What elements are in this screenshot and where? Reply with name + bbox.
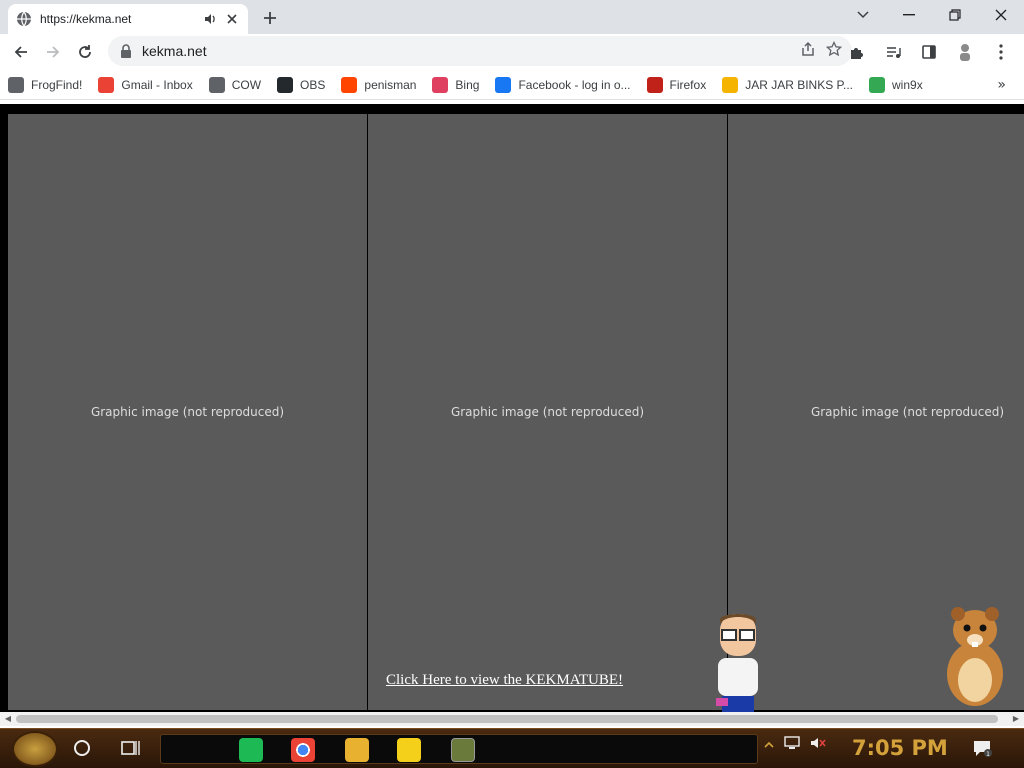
- side-panel-icon[interactable]: [914, 37, 944, 67]
- chrome-app-icon[interactable]: [291, 738, 315, 762]
- kekmatube-link[interactable]: Click Here to view the KEKMATUBE!: [386, 672, 623, 689]
- search-circle-icon[interactable]: [74, 740, 90, 756]
- bookmark-label: win9x: [892, 77, 923, 92]
- speaker-icon[interactable]: [202, 11, 218, 27]
- globe-icon: [8, 76, 24, 93]
- scrollbar-thumb[interactable]: [16, 715, 998, 723]
- active-tab[interactable]: https://kekma.net: [8, 4, 248, 34]
- share-icon[interactable]: [800, 41, 816, 61]
- chrome-icon: [869, 76, 886, 93]
- task-view-icon[interactable]: [120, 739, 140, 757]
- minimize-button[interactable]: [886, 0, 932, 30]
- scroll-right-arrow-icon[interactable]: ▶: [1011, 714, 1021, 724]
- forward-button[interactable]: [38, 37, 68, 67]
- url-input[interactable]: [142, 43, 800, 59]
- tab-search-chevron-icon[interactable]: [840, 0, 886, 30]
- shopping-bag-icon: [722, 76, 739, 93]
- bookmark-item[interactable]: penisman: [341, 76, 417, 93]
- firefox-icon: [646, 76, 663, 93]
- page-content: Graphic image (not reproduced) Graphic i…: [0, 104, 1024, 712]
- tab-title: https://kekma.net: [40, 12, 132, 26]
- bookmarks-overflow-icon[interactable]: »: [997, 77, 1006, 93]
- bookmark-label: Firefox: [669, 77, 707, 92]
- bookmarks-bar: FrogFind! Gmail - Inbox COW OBS penisman Bing…: [0, 70, 1024, 100]
- new-tab-button[interactable]: [258, 6, 282, 30]
- bookmark-item[interactable]: Facebook - log in o...: [495, 76, 631, 93]
- menu-kebab-icon[interactable]: [986, 37, 1016, 67]
- hamster-sprite: [947, 607, 1003, 706]
- tray-overflow-icon[interactable]: [764, 735, 774, 754]
- browser-toolbar: [0, 34, 1024, 70]
- taskbar-apps: [160, 734, 758, 764]
- lock-icon[interactable]: [118, 43, 134, 59]
- bookmark-label: Gmail - Inbox: [121, 77, 193, 92]
- bookmark-label: COW: [231, 77, 262, 92]
- bing-icon: [432, 76, 449, 93]
- media-control-icon[interactable]: [878, 37, 908, 67]
- taskbar: 7:05 PM 1: [0, 728, 1024, 768]
- profile-avatar[interactable]: [950, 37, 980, 67]
- bookmark-item[interactable]: OBS: [277, 76, 326, 93]
- cartoon-man-sprite: [716, 614, 758, 712]
- browser-window: https://kekma.net FrogFin: [0, 0, 1024, 728]
- bookmark-item[interactable]: Gmail - Inbox: [98, 76, 193, 93]
- bookmark-item[interactable]: FrogFind!: [8, 76, 83, 93]
- bookmark-item[interactable]: Firefox: [646, 76, 707, 93]
- bookmark-item[interactable]: Bing: [432, 76, 480, 93]
- image-placeholder-1: Graphic image (not reproduced): [8, 114, 367, 710]
- game-app-icon[interactable]: [451, 738, 475, 762]
- file-explorer-icon[interactable]: [345, 738, 369, 762]
- bookmark-item[interactable]: COW: [208, 76, 262, 93]
- address-bar[interactable]: [108, 36, 852, 66]
- reload-button[interactable]: [70, 37, 100, 67]
- back-button[interactable]: [6, 37, 36, 67]
- github-icon: [277, 76, 294, 93]
- bookmark-label: penisman: [364, 77, 417, 92]
- extensions-puzzle-icon[interactable]: [842, 37, 872, 67]
- bookmark-item[interactable]: win9x: [869, 76, 923, 93]
- scroll-left-arrow-icon[interactable]: ◀: [3, 714, 13, 724]
- notification-count: 1: [986, 751, 990, 757]
- notification-icon[interactable]: 1: [972, 739, 992, 757]
- bookmark-star-icon[interactable]: [825, 40, 843, 61]
- sticky-notes-icon[interactable]: [397, 738, 421, 762]
- bookmark-label: JAR JAR BINKS P...: [745, 77, 854, 92]
- image-placeholder-2: Graphic image (not reproduced): [368, 114, 727, 710]
- gmail-icon: [98, 76, 115, 93]
- speaker-muted-icon[interactable]: [810, 735, 826, 754]
- restore-button[interactable]: [932, 0, 978, 30]
- facebook-icon: [495, 76, 512, 93]
- horizontal-scrollbar[interactable]: ◀ ▶: [0, 712, 1024, 726]
- close-tab-icon[interactable]: [224, 11, 240, 27]
- close-window-button[interactable]: [978, 0, 1024, 30]
- start-button[interactable]: [12, 731, 58, 767]
- network-icon[interactable]: [784, 735, 800, 754]
- clock[interactable]: 7:05 PM: [852, 736, 948, 760]
- globe-icon: [208, 76, 225, 93]
- bookmark-item[interactable]: JAR JAR BINKS P...: [722, 76, 854, 93]
- system-tray: [764, 735, 826, 754]
- bookmark-label: Bing: [455, 77, 480, 92]
- bookmark-label: OBS: [300, 77, 326, 92]
- bookmark-label: Facebook - log in o...: [518, 77, 631, 92]
- globe-icon: [17, 11, 31, 27]
- bookmark-label: FrogFind!: [31, 77, 83, 92]
- extension-area: [842, 37, 1018, 67]
- sheets-app-icon[interactable]: [239, 738, 263, 762]
- reddit-icon: [341, 76, 358, 93]
- tab-strip: https://kekma.net: [0, 0, 1024, 34]
